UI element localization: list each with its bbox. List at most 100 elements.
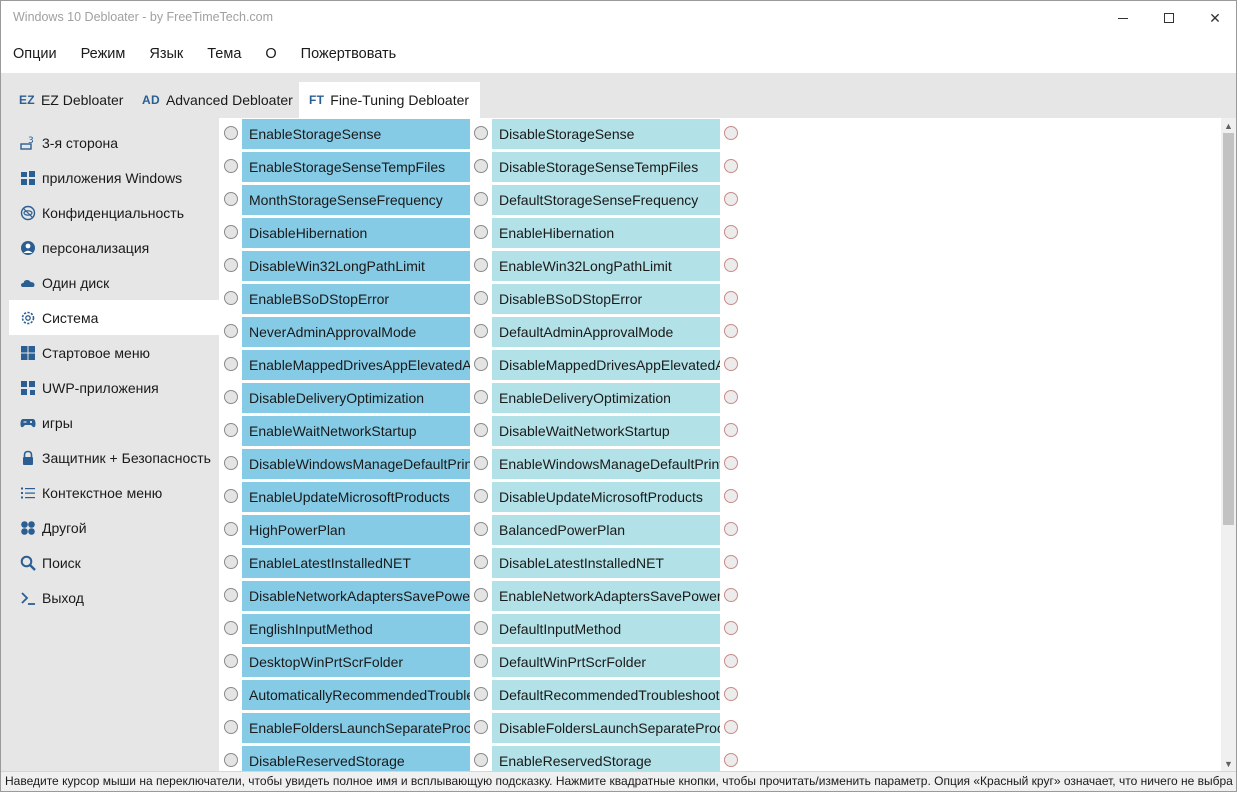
option-right-button[interactable]: EnableWindowsManageDefaultPrint [492,449,720,479]
sidebar-item-defender-security[interactable]: Защитник + Безопасность [9,440,219,475]
sidebar-item-other[interactable]: Другой [9,510,219,545]
option-left-button[interactable]: NeverAdminApprovalMode [242,317,470,347]
sidebar-item-privacy[interactable]: Конфиденциальность [9,195,219,230]
option-none-red-circle-radio[interactable] [724,489,738,503]
option-left-radio[interactable] [224,621,238,635]
menu-about[interactable]: О [265,46,276,62]
option-none-red-circle-radio[interactable] [724,423,738,437]
option-left-button[interactable]: EnableStorageSenseTempFiles [242,152,470,182]
option-left-radio[interactable] [224,423,238,437]
option-left-button[interactable]: EnableMappedDrivesAppElevatedAc [242,350,470,380]
option-left-radio[interactable] [224,588,238,602]
option-none-red-circle-radio[interactable] [724,258,738,272]
close-button[interactable]: ✕ [1192,1,1236,35]
option-none-red-circle-radio[interactable] [724,159,738,173]
option-left-radio[interactable] [224,720,238,734]
option-right-radio[interactable] [474,225,488,239]
sidebar-item-exit[interactable]: Выход [9,580,219,615]
option-left-radio[interactable] [224,654,238,668]
option-right-button[interactable]: DefaultAdminApprovalMode [492,317,720,347]
menu-mode[interactable]: Режим [81,46,126,62]
option-right-radio[interactable] [474,423,488,437]
option-left-button[interactable]: DisableWindowsManageDefaultPrin [242,449,470,479]
option-none-red-circle-radio[interactable] [724,324,738,338]
option-right-button[interactable]: DefaultStorageSenseFrequency [492,185,720,215]
option-left-button[interactable]: EnableWaitNetworkStartup [242,416,470,446]
option-right-button[interactable]: EnableDeliveryOptimization [492,383,720,413]
option-right-radio[interactable] [474,258,488,272]
option-left-button[interactable]: DisableDeliveryOptimization [242,383,470,413]
title-bar[interactable]: Windows 10 Debloater - by FreeTimeTech.c… [1,1,1236,35]
option-left-button[interactable]: HighPowerPlan [242,515,470,545]
sidebar-item-windows-apps[interactable]: приложения Windows [9,160,219,195]
option-none-red-circle-radio[interactable] [724,225,738,239]
option-none-red-circle-radio[interactable] [724,687,738,701]
option-left-button[interactable]: EnglishInputMethod [242,614,470,644]
option-right-radio[interactable] [474,357,488,371]
sidebar-item-onedrive[interactable]: Один диск [9,265,219,300]
option-right-button[interactable]: EnableNetworkAdaptersSavePower [492,581,720,611]
option-left-radio[interactable] [224,555,238,569]
option-right-button[interactable]: DefaultWinPrtScrFolder [492,647,720,677]
option-right-button[interactable]: EnableHibernation [492,218,720,248]
option-right-radio[interactable] [474,522,488,536]
menu-language[interactable]: Язык [149,46,183,62]
option-none-red-circle-radio[interactable] [724,192,738,206]
option-right-button[interactable]: DisableWaitNetworkStartup [492,416,720,446]
tab-ez-debloater[interactable]: EZ EZ Debloater [9,82,133,118]
sidebar-item-third-party[interactable]: 3 3-я сторона [9,125,219,160]
option-right-button[interactable]: DisableLatestInstalledNET [492,548,720,578]
option-none-red-circle-radio[interactable] [724,753,738,767]
option-left-button[interactable]: EnableLatestInstalledNET [242,548,470,578]
option-left-button[interactable]: DesktopWinPrtScrFolder [242,647,470,677]
option-right-radio[interactable] [474,489,488,503]
option-right-radio[interactable] [474,555,488,569]
option-right-button[interactable]: DefaultRecommendedTroubleshooti [492,680,720,710]
sidebar-item-personalization[interactable]: персонализация [9,230,219,265]
option-right-radio[interactable] [474,621,488,635]
option-left-button[interactable]: DisableReservedStorage [242,746,470,771]
option-left-radio[interactable] [224,225,238,239]
option-none-red-circle-radio[interactable] [724,720,738,734]
option-right-radio[interactable] [474,291,488,305]
option-left-button[interactable]: EnableStorageSense [242,119,470,149]
option-left-radio[interactable] [224,753,238,767]
option-none-red-circle-radio[interactable] [724,654,738,668]
option-right-radio[interactable] [474,126,488,140]
option-none-red-circle-radio[interactable] [724,555,738,569]
option-left-button[interactable]: DisableHibernation [242,218,470,248]
tab-fine-tuning-debloater[interactable]: FT Fine-Tuning Debloater [299,82,480,118]
option-none-red-circle-radio[interactable] [724,621,738,635]
option-right-radio[interactable] [474,753,488,767]
option-none-red-circle-radio[interactable] [724,390,738,404]
option-right-radio[interactable] [474,390,488,404]
option-right-radio[interactable] [474,192,488,206]
menu-theme[interactable]: Тема [207,46,241,62]
option-right-radio[interactable] [474,324,488,338]
option-left-radio[interactable] [224,687,238,701]
option-left-radio[interactable] [224,192,238,206]
menu-donate[interactable]: Пожертвовать [301,46,397,62]
option-left-button[interactable]: EnableBSoDStopError [242,284,470,314]
option-left-radio[interactable] [224,489,238,503]
option-right-radio[interactable] [474,720,488,734]
option-right-radio[interactable] [474,456,488,470]
sidebar-item-start-menu[interactable]: Стартовое меню [9,335,219,370]
option-left-radio[interactable] [224,258,238,272]
vertical-scrollbar[interactable]: ▲ ▼ [1221,118,1236,771]
option-right-button[interactable]: DisableBSoDStopError [492,284,720,314]
option-left-radio[interactable] [224,324,238,338]
option-right-button[interactable]: DisableFoldersLaunchSeparateProce [492,713,720,743]
option-right-radio[interactable] [474,588,488,602]
option-right-button[interactable]: EnableReservedStorage [492,746,720,771]
option-right-button[interactable]: DisableMappedDrivesAppElevatedA [492,350,720,380]
option-left-radio[interactable] [224,159,238,173]
option-none-red-circle-radio[interactable] [724,456,738,470]
option-left-radio[interactable] [224,456,238,470]
option-left-radio[interactable] [224,390,238,404]
option-left-button[interactable]: EnableUpdateMicrosoftProducts [242,482,470,512]
scroll-down-arrow-icon[interactable]: ▼ [1221,756,1236,771]
option-left-button[interactable]: DisableNetworkAdaptersSavePower [242,581,470,611]
minimize-button[interactable] [1100,1,1146,35]
sidebar-item-uwp-apps[interactable]: UWP-приложения [9,370,219,405]
